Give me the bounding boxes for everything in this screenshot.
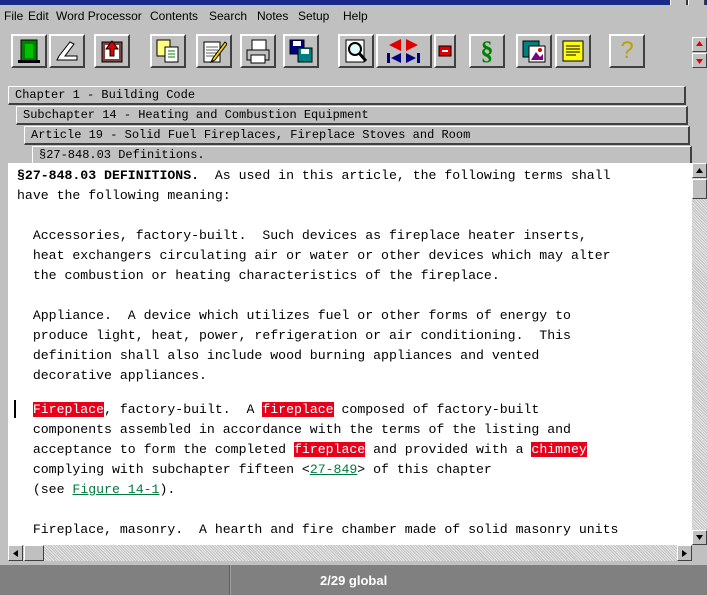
horizontal-scroll-thumb[interactable]	[24, 545, 44, 561]
help-question-icon: ?	[620, 37, 634, 64]
exit-door-icon	[18, 39, 40, 63]
menu-setup[interactable]: Setup	[298, 9, 329, 23]
section-button[interactable]: §	[469, 34, 505, 68]
prev-next-hit-icon	[387, 39, 420, 63]
magnifier-search-icon	[345, 39, 368, 63]
picture-icon	[522, 40, 546, 63]
menu-edit[interactable]: Edit	[28, 9, 49, 23]
copy-documents-icon	[156, 39, 179, 63]
status-bar: 2/29 global	[0, 565, 707, 595]
text-line: Fireplace, factory-built. A fireplace co…	[32, 402, 540, 417]
text-line: decorative appliances.	[17, 368, 207, 383]
search-hit[interactable]: chimney	[531, 442, 587, 457]
stop-icon	[438, 45, 452, 57]
back-button[interactable]	[49, 34, 85, 68]
text-line: (see Figure 14-1).	[17, 482, 176, 497]
menu-contents[interactable]: Contents	[150, 9, 198, 23]
search-hit[interactable]: fireplace	[262, 402, 334, 417]
document-view[interactable]: §27-848.03 DEFINITIONS. As used in this …	[8, 163, 692, 545]
text-line: Appliance. A device which utilizes fuel …	[17, 308, 571, 323]
text-line: acceptance to form the completed firepla…	[17, 442, 587, 457]
text-line: have the following meaning:	[17, 188, 231, 203]
exit-button[interactable]	[11, 34, 47, 68]
breadcrumb-subchapter[interactable]: Subchapter 14 - Heating and Combustion E…	[16, 106, 688, 125]
arrow-down-icon	[696, 535, 703, 540]
search-button[interactable]	[338, 34, 374, 68]
notepad-pencil-icon	[203, 41, 227, 64]
breadcrumb-chapter[interactable]: Chapter 1 - Building Code	[8, 86, 686, 105]
back-arrow-icon	[56, 41, 78, 61]
stop-button[interactable]	[434, 34, 456, 68]
menu-notes[interactable]: Notes	[257, 9, 288, 23]
print-button[interactable]	[240, 34, 276, 68]
search-hit[interactable]: fireplace	[293, 442, 366, 457]
section-symbol-icon: §	[480, 36, 494, 65]
arrow-down-icon	[696, 59, 703, 64]
menu-file[interactable]: File	[4, 9, 23, 23]
text-line: heat exchangers circulating air or water…	[17, 248, 611, 263]
book-upload-icon	[101, 40, 123, 63]
text-line: components assembled in accordance with …	[17, 422, 571, 437]
save-diskette-icon	[289, 39, 313, 63]
text-caret	[14, 400, 16, 418]
menu-word-processor[interactable]: Word Processor	[56, 9, 142, 23]
scroll-down-button[interactable]	[692, 530, 707, 545]
toolbar-scroll-down[interactable]	[692, 53, 707, 68]
scroll-left-button[interactable]	[8, 545, 23, 561]
scroll-right-button[interactable]	[677, 545, 692, 561]
text-line: definition shall also include wood burni…	[17, 348, 540, 363]
copy-button[interactable]	[150, 34, 186, 68]
figure-link[interactable]: Figure 14-1	[72, 482, 159, 497]
menu-help[interactable]: Help	[343, 9, 368, 23]
book-button[interactable]	[94, 34, 130, 68]
section-link[interactable]: 27-849	[310, 462, 357, 477]
breadcrumb-section[interactable]: §27-848.03 Definitions.	[32, 146, 692, 164]
menu-search[interactable]: Search	[209, 9, 247, 23]
notepad-button[interactable]	[196, 34, 232, 68]
arrow-up-icon	[696, 41, 703, 46]
hit-navigation-button[interactable]	[376, 34, 432, 68]
scroll-corner	[692, 545, 707, 561]
scroll-up-button[interactable]	[692, 163, 707, 178]
section-heading: §27-848.03 DEFINITIONS.	[17, 168, 200, 183]
menu-bar: File Edit Word Processor Contents Search…	[0, 5, 707, 27]
arrow-up-icon	[696, 168, 703, 173]
toolbar: § ?	[0, 27, 707, 85]
text-line: produce light, heat, power, refrigeratio…	[17, 328, 571, 343]
help-button[interactable]: ?	[609, 34, 645, 68]
note-page-icon	[562, 40, 584, 62]
breadcrumb-article[interactable]: Article 19 - Solid Fuel Fireplaces, Fire…	[24, 126, 690, 145]
arrow-right-icon	[682, 549, 687, 557]
definitions-heading-line: §27-848.03 DEFINITIONS. As used in this …	[17, 168, 611, 183]
picture-button[interactable]	[516, 34, 552, 68]
scroll-thumb[interactable]	[692, 179, 707, 199]
text-line: Fireplace, masonry. A hearth and fire ch…	[17, 522, 619, 537]
save-button[interactable]	[283, 34, 319, 68]
horizontal-scrollbar[interactable]	[8, 545, 692, 561]
search-hit[interactable]: Fireplace	[32, 402, 105, 417]
note-button[interactable]	[555, 34, 591, 68]
text-line: the combustion or heating characteristic…	[17, 268, 500, 283]
text-line: Accessories, factory-built. Such devices…	[17, 228, 587, 243]
printer-icon	[246, 39, 270, 64]
toolbar-scroll-up[interactable]	[692, 37, 707, 52]
hit-counter: 2/29 global	[320, 573, 388, 588]
arrow-left-icon	[13, 549, 18, 557]
status-divider	[229, 565, 231, 595]
vertical-scrollbar[interactable]	[692, 163, 707, 545]
text-line: complying with subchapter fifteen <27-84…	[17, 462, 492, 477]
